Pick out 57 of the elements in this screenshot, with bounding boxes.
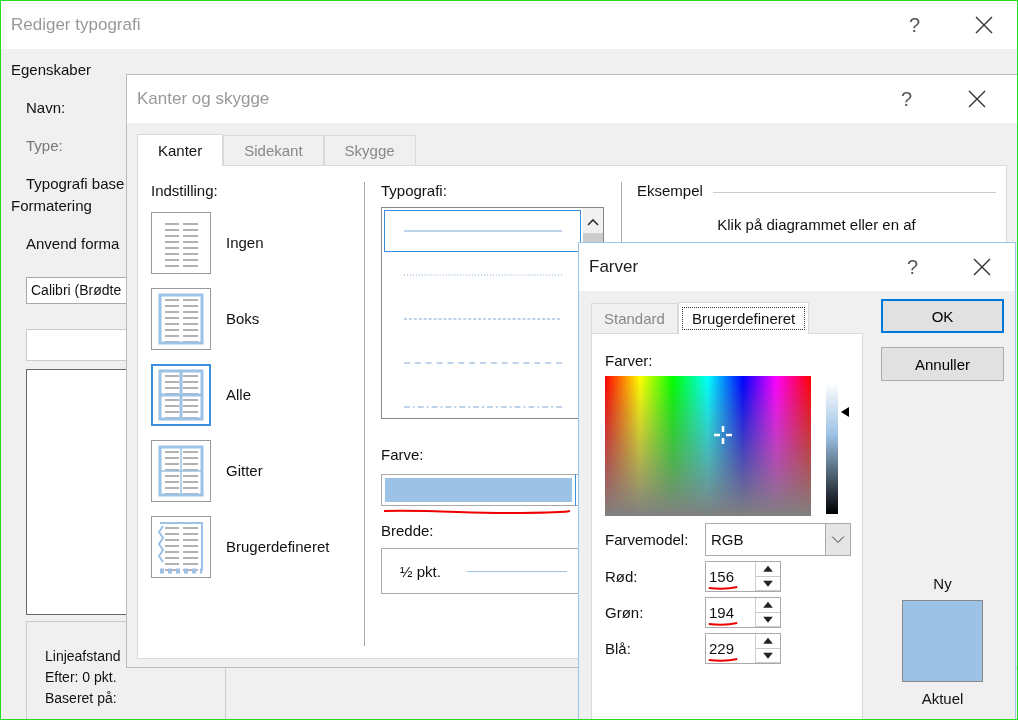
line-sample-icon [403,230,562,232]
help-button[interactable]: ? [900,87,912,111]
color-spectrum[interactable] [605,376,811,516]
group-heading: Egenskaber [11,61,92,80]
swatch-label: Aktuel [921,690,964,707]
preset-option[interactable]: Alle [151,360,251,429]
description-text: Linjeafstand [45,648,122,666]
color-model-dropdown[interactable]: RGB [705,523,851,556]
window-title: Rediger typografi [11,15,142,35]
line-style-option[interactable] [384,210,581,252]
line-sample-icon [403,406,562,408]
number-spinner[interactable]: 229 [705,633,781,664]
tab[interactable]: Kanter [137,134,224,166]
section-label: Bredde: [381,522,434,541]
description-text: Efter: 0 pkt. [45,669,118,687]
slider-arrow-icon[interactable] [841,407,849,418]
instruction-text: Klik på diagrammet eller en af [717,216,916,233]
close-icon[interactable] [975,16,993,34]
preset-option[interactable]: Ingen [151,208,264,277]
annotation-underline [708,620,738,626]
window-title: Kanter og skygge [137,89,271,109]
line-sample-icon [403,318,562,320]
dialog-button[interactable]: OK [881,299,1004,333]
preset-option[interactable]: Boks [151,284,260,353]
preset-option[interactable]: Gitter [151,436,263,505]
section-label: Farve: [381,446,424,465]
tab[interactable]: Brugerdefineret [677,302,810,334]
number-spinner[interactable]: 194 [705,597,781,628]
field-label: Navn: [26,99,66,118]
section-label: Indstilling: [151,182,218,201]
field-label: Blå: [605,640,632,657]
close-icon[interactable] [973,258,991,276]
dialog-button[interactable]: Annuller [881,347,1004,381]
field-label: Grøn: [605,604,645,621]
annotation-underline [708,656,738,662]
field-label: Anvend forma [26,235,120,254]
section-label: Farver: [605,352,654,371]
line-sample-icon [403,274,562,276]
preset-option[interactable]: Brugerdefineret [151,512,330,581]
swatch-label: Ny [933,575,952,592]
description-text: Baseret på: [45,690,118,708]
number-spinner[interactable]: 156 [705,561,781,592]
group-heading: Formatering [11,197,92,216]
field-label: Type: [26,137,63,156]
close-icon[interactable] [968,90,986,108]
window-title: Farver [589,257,640,277]
help-button[interactable]: ? [906,255,918,279]
help-button[interactable]: ? [908,13,920,37]
field-label: Farvemodel: [605,531,690,548]
section-label: Typografi: [381,182,447,201]
annotation-underline [708,584,738,590]
field-label: Rød: [605,568,639,585]
section-label: Eksempel [637,182,703,201]
field-label: Typografi base [26,175,125,194]
line-sample-icon [403,362,562,364]
scroll-up-icon[interactable] [587,218,599,226]
crosshair-icon [713,425,733,445]
